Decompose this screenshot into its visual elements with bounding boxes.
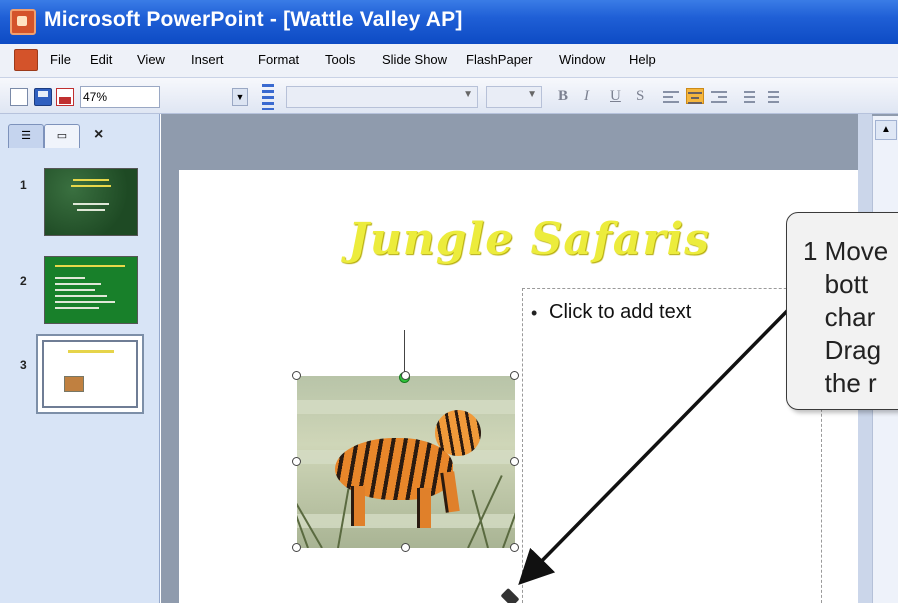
- resize-handle-bottom[interactable]: [401, 543, 410, 552]
- chevron-down-icon[interactable]: ▼: [527, 89, 537, 100]
- toolbar-grip[interactable]: [262, 84, 274, 110]
- text-placeholder[interactable]: • Click to add text: [522, 288, 822, 603]
- slide-canvas[interactable]: Jungle Safaris • Click to add text: [179, 170, 859, 603]
- shadow-button[interactable]: S: [636, 88, 644, 105]
- menu-flashpaper[interactable]: FlashPaper: [466, 52, 532, 67]
- save-icon[interactable]: [34, 88, 52, 106]
- callout-text: 1 Move bott char Drag the r: [803, 236, 889, 398]
- placeholder-prompt[interactable]: Click to add text: [549, 301, 691, 324]
- scroll-up-icon[interactable]: ▲: [875, 120, 897, 140]
- thumbnail-number: 2: [20, 274, 27, 288]
- menu-format[interactable]: Format: [258, 52, 299, 67]
- instruction-callout: 1 Move bott char Drag the r: [786, 212, 898, 410]
- menu-slide-show[interactable]: Slide Show: [382, 52, 447, 67]
- pdf-icon[interactable]: [56, 88, 74, 106]
- toolbar: 47% ▼ ▼ ▼ B I U S: [0, 78, 898, 114]
- menu-window[interactable]: Window: [559, 52, 605, 67]
- rotation-stem: [404, 330, 405, 376]
- align-right-button[interactable]: [710, 88, 728, 104]
- tiger-clipart-image[interactable]: [297, 376, 515, 548]
- resize-handle-top-right[interactable]: [510, 371, 519, 380]
- slide-thumbnail-2[interactable]: [44, 256, 138, 324]
- menu-file[interactable]: File: [50, 52, 71, 67]
- thumbnail-number: 1: [20, 178, 27, 192]
- thumbnail-picture: [64, 376, 84, 392]
- resize-handle-bottom-right[interactable]: [510, 543, 519, 552]
- bullets-button[interactable]: [762, 88, 780, 104]
- numbering-button[interactable]: [738, 88, 756, 104]
- resize-handle-left[interactable]: [292, 457, 301, 466]
- bullet-icon: •: [531, 303, 538, 323]
- title-bar: Microsoft PowerPoint - [Wattle Valley AP…: [0, 0, 898, 44]
- italic-button[interactable]: I: [584, 88, 589, 105]
- chevron-down-icon[interactable]: ▼: [232, 88, 248, 106]
- zoom-field[interactable]: 47%: [80, 86, 160, 108]
- menu-help[interactable]: Help: [629, 52, 656, 67]
- pane-tabs: ☰ ▭ ×: [8, 124, 158, 150]
- slides-tab-icon[interactable]: ▭: [44, 124, 80, 148]
- document-menu-icon[interactable]: [14, 49, 38, 71]
- underline-button[interactable]: U: [610, 88, 621, 105]
- zoom-value: 47%: [83, 90, 108, 104]
- menu-tools[interactable]: Tools: [325, 52, 355, 67]
- powerpoint-app-icon[interactable]: [10, 9, 36, 35]
- slide-thumbnail-1[interactable]: [44, 168, 138, 236]
- resize-handle-top[interactable]: [401, 371, 410, 380]
- align-center-button[interactable]: [686, 88, 704, 104]
- new-document-icon[interactable]: [10, 88, 28, 106]
- slide-title[interactable]: Jungle Safaris: [319, 214, 739, 265]
- slide-thumbnail-3-selected[interactable]: [36, 334, 144, 414]
- menu-view[interactable]: View: [137, 52, 165, 67]
- font-name-select[interactable]: ▼: [286, 86, 478, 108]
- resize-handle-bottom-left[interactable]: [292, 543, 301, 552]
- menu-bar: File Edit View Insert Format Tools Slide…: [0, 44, 898, 78]
- thumbnail-number: 3: [20, 358, 27, 372]
- window-title: Microsoft PowerPoint - [Wattle Valley AP…: [44, 8, 463, 31]
- chevron-down-icon[interactable]: ▼: [463, 89, 473, 100]
- outline-tab-icon[interactable]: ☰: [8, 124, 44, 148]
- slides-pane: ☰ ▭ × 1 2 3: [0, 114, 160, 603]
- thumbnail-title-line: [68, 350, 114, 353]
- menu-edit[interactable]: Edit: [90, 52, 112, 67]
- menu-insert[interactable]: Insert: [191, 52, 224, 67]
- bold-button[interactable]: B: [558, 88, 568, 105]
- font-size-select[interactable]: ▼: [486, 86, 542, 108]
- resize-handle-top-left[interactable]: [292, 371, 301, 380]
- align-left-button[interactable]: [662, 88, 680, 104]
- resize-handle-right[interactable]: [510, 457, 519, 466]
- tiger-head: [435, 410, 481, 456]
- close-icon[interactable]: ×: [94, 126, 103, 144]
